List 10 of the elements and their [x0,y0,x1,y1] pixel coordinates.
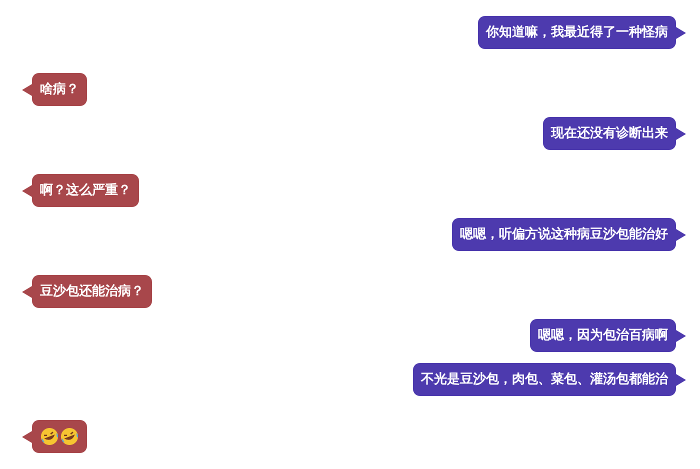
message-text: 啥病？ [40,80,79,99]
message-text: 嗯嗯，听偏方说这种病豆沙包能治好 [460,226,668,244]
message-text: 你知道嘛，我最近得了一种怪病 [486,24,668,42]
message-text: 现在还没有诊断出来 [551,124,668,143]
message-text: 豆沙包还能治病？ [40,282,144,301]
message-text: 嗯嗯，因为包治百病啊 [538,326,668,345]
laughing-face-icon [60,427,79,446]
message-text: 啊？这么严重？ [40,182,131,200]
laughing-face-icon [40,427,59,446]
message-text: 不光是豆沙包，肉包、菜包、灌汤包都能治 [421,370,668,389]
